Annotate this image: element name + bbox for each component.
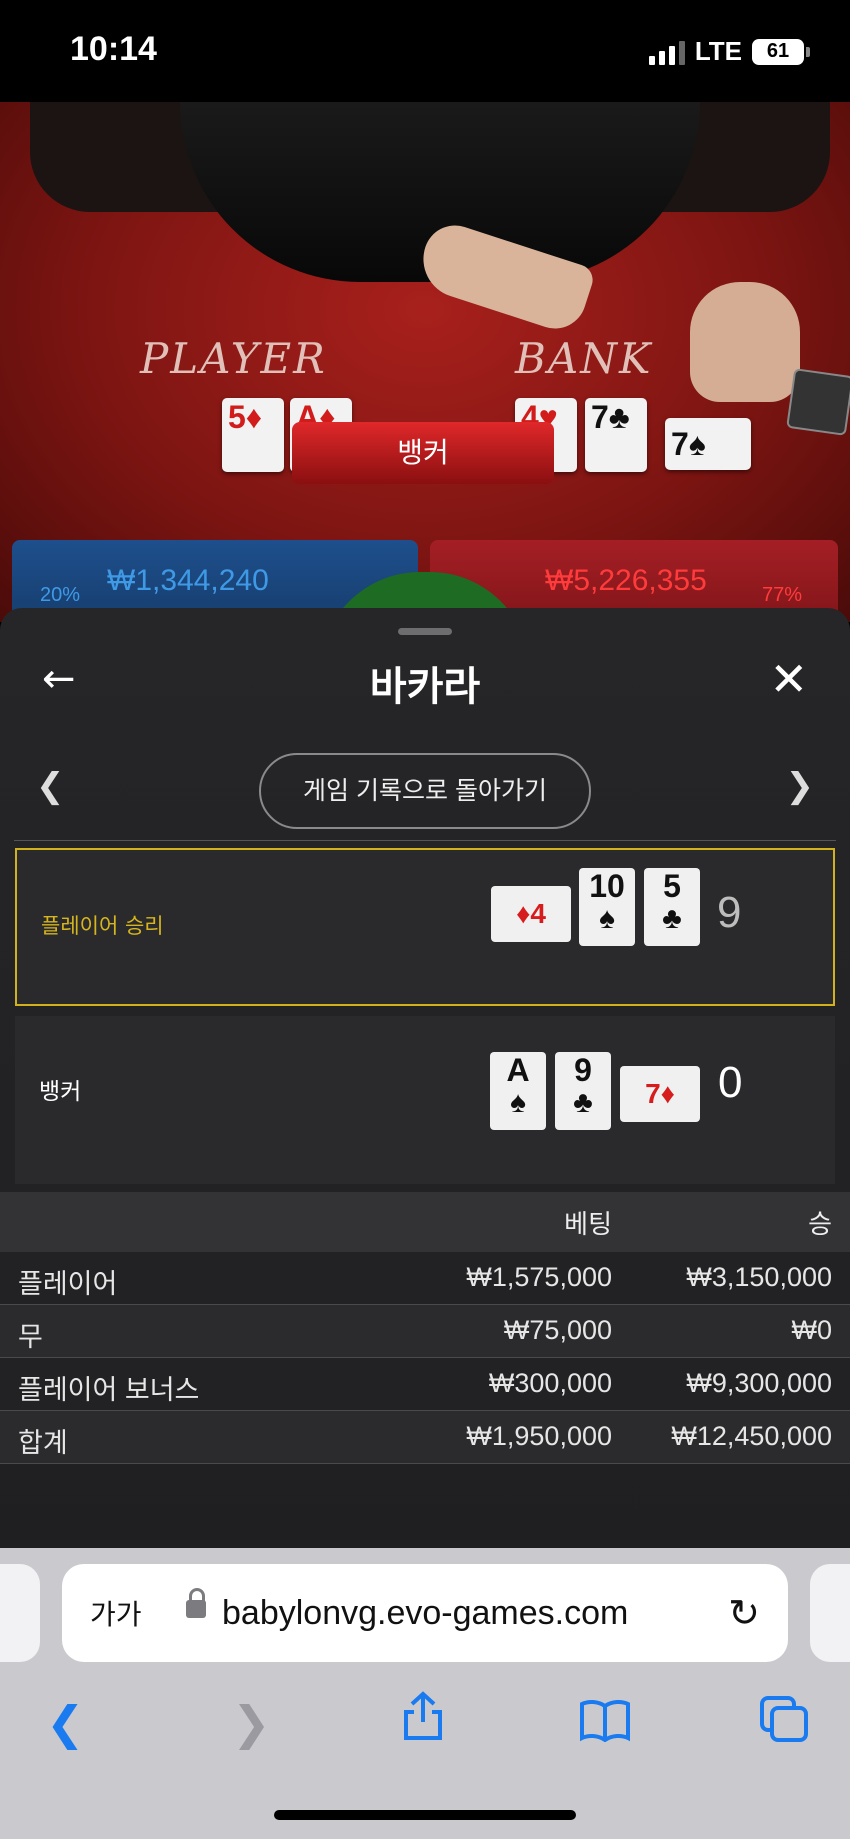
bet-type: 합계	[18, 1428, 68, 1458]
network-label: LTE	[694, 36, 742, 66]
back-icon[interactable]: ❮	[46, 1696, 85, 1750]
player-result-row: 플레이어 승리 ♦4 10 ♠ 5 ♣ 9	[15, 848, 835, 1006]
table-row: 플레이어 보너스 ₩300,000 ₩9,300,000	[0, 1358, 850, 1411]
close-icon[interactable]: ✕	[769, 652, 808, 706]
banker-result-row: 뱅커 A ♠ 9 ♣ 7♦ 0	[15, 1016, 835, 1184]
back-to-history-button[interactable]: 게임 기록으로 돌아가기	[259, 753, 591, 829]
result-banner: 뱅커	[292, 422, 554, 484]
header-win: 승	[808, 1210, 832, 1240]
banker-result-label: 뱅커	[39, 1079, 82, 1105]
table-banker-label: BANK	[515, 334, 653, 383]
banker-percent: 77%	[761, 584, 802, 606]
bet-amount: ₩75,000	[503, 1315, 612, 1345]
player-card-2: 10 ♠	[579, 868, 635, 946]
banker-score: 0	[718, 1058, 743, 1107]
table-banker-card-2: 7♣	[585, 398, 647, 472]
bet-table-header: 베팅 승	[0, 1192, 850, 1252]
banker-card-3: 7♦	[620, 1066, 700, 1122]
reload-icon[interactable]: ↻	[728, 1591, 760, 1636]
history-sheet: ← 바카라 ✕ ❮ 게임 기록으로 돌아가기 ❯ 플레이어 승리 ♦4 10 ♠ …	[0, 608, 850, 1548]
next-tab-peek[interactable]	[810, 1564, 850, 1662]
player-result-label: 플레이어 승리	[41, 914, 164, 938]
table-player-label: PLAYER	[140, 334, 327, 383]
status-time: 10:14	[70, 30, 157, 68]
sheet-drag-handle[interactable]	[398, 628, 452, 635]
header-bet: 베팅	[564, 1210, 612, 1240]
status-right: LTE 61	[648, 36, 810, 67]
chevron-right-icon[interactable]: ❯	[786, 766, 815, 806]
battery-icon: 61	[752, 38, 804, 65]
dealer-hand-right	[690, 282, 800, 402]
table-player-card-1: 5♦	[222, 398, 284, 472]
app-frame: 10:14 LTE 61 PLAYER BANK 5♦ A♦ 4♥ 7♣ 7♠ …	[0, 0, 850, 1839]
win-amount: ₩3,150,000	[686, 1262, 832, 1292]
bet-amount: ₩300,000	[488, 1368, 612, 1398]
win-amount: ₩0	[791, 1315, 833, 1345]
text-size-button[interactable]: 가가	[90, 1593, 142, 1633]
live-table-video: PLAYER BANK 5♦ A♦ 4♥ 7♣ 7♠ 뱅커 20% ₩1,344…	[0, 102, 850, 622]
table-row: 플레이어 ₩1,575,000 ₩3,150,000	[0, 1252, 850, 1305]
tabs-icon[interactable]	[758, 1694, 810, 1755]
battery-tip	[806, 46, 810, 57]
url-text[interactable]: babylonvg.evo-games.com	[222, 1594, 628, 1633]
bookmarks-icon[interactable]	[578, 1698, 632, 1753]
banker-card-2: 9 ♣	[555, 1052, 611, 1130]
win-amount: ₩9,300,000	[686, 1368, 832, 1398]
signal-icon	[648, 39, 685, 65]
bet-type: 플레이어 보너스	[18, 1375, 200, 1405]
banker-total-amount: ₩5,226,355	[545, 564, 707, 597]
previous-tab-peek[interactable]	[0, 1564, 40, 1662]
banker-card-1: A ♠	[490, 1052, 546, 1130]
divider	[14, 840, 836, 841]
bet-type: 무	[18, 1322, 43, 1352]
bet-amount: ₩1,950,000	[466, 1421, 612, 1451]
lock-icon	[186, 1588, 206, 1618]
forward-icon[interactable]: ❯	[232, 1696, 271, 1750]
table-row-total: 합계 ₩1,950,000 ₩12,450,000	[0, 1411, 850, 1464]
home-indicator	[274, 1810, 576, 1820]
player-card-1: ♦4	[491, 886, 571, 942]
browser-toolbar: 가가 babylonvg.evo-games.com ↻ ❮ ❯	[0, 1548, 850, 1839]
player-percent: 20%	[40, 584, 81, 606]
player-total-amount: ₩1,344,240	[107, 564, 269, 597]
player-score: 9	[717, 888, 742, 937]
bet-summary-table: 베팅 승 플레이어 ₩1,575,000 ₩3,150,000 무 ₩75,00…	[0, 1192, 850, 1464]
table-row: 무 ₩75,000 ₩0	[0, 1305, 850, 1358]
table-banker-card-3: 7♠	[665, 418, 751, 470]
bet-type: 플레이어	[18, 1269, 118, 1299]
player-card-3: 5 ♣	[644, 868, 700, 946]
share-icon[interactable]	[400, 1690, 446, 1753]
status-bar: 10:14 LTE 61	[0, 0, 850, 102]
address-bar[interactable]: 가가 babylonvg.evo-games.com ↻	[62, 1564, 788, 1662]
win-amount: ₩12,450,000	[671, 1421, 832, 1451]
bet-amount: ₩1,575,000	[466, 1262, 612, 1292]
card-shoe	[786, 368, 850, 436]
sheet-title: 바카라	[369, 664, 481, 710]
chevron-left-icon[interactable]: ❮	[36, 766, 65, 806]
